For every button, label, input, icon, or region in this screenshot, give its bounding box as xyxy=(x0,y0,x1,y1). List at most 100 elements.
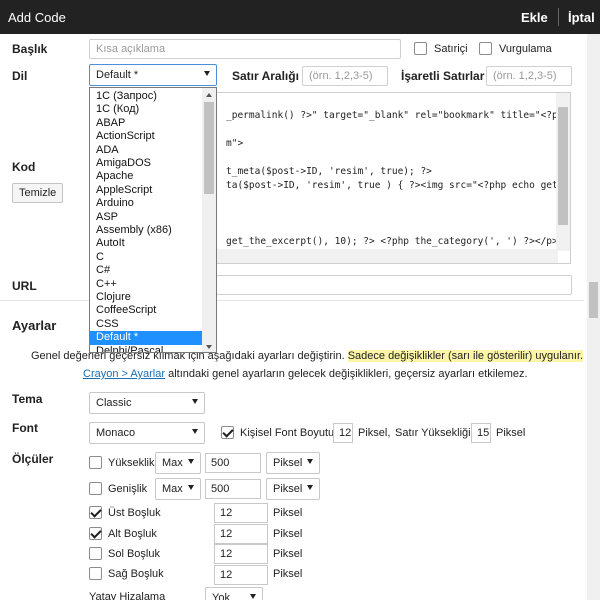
dropdown-scroll-thumb[interactable] xyxy=(204,102,214,194)
left-margin-label: Sol Boşluk xyxy=(108,548,160,560)
line-range-input[interactable]: (örn. 1,2,3-5) xyxy=(302,66,388,86)
language-option[interactable]: 1C (Код) xyxy=(90,103,204,116)
language-option[interactable]: CSS xyxy=(90,318,204,331)
language-option[interactable]: ASP xyxy=(90,211,204,224)
highlight-label: Vurgulama xyxy=(499,43,552,55)
width-unit-select[interactable]: Piksel xyxy=(266,478,320,500)
url-label: URL xyxy=(12,279,37,293)
left-margin-input[interactable]: 12 xyxy=(214,544,268,564)
language-select[interactable]: Default * xyxy=(89,64,217,86)
clear-button[interactable]: Temizle xyxy=(12,183,64,203)
highlight-checkbox[interactable] xyxy=(479,42,492,55)
height-checkbox[interactable] xyxy=(89,456,102,469)
right-margin-input[interactable]: 12 xyxy=(214,565,268,585)
language-dropdown-list[interactable]: 1C (Запрос) 1C (Код) ABAP ActionScript ADA Am… xyxy=(89,87,217,353)
marked-lines-label: İşaretli Satırlar xyxy=(401,69,485,83)
language-option[interactable]: Assembly (x86) xyxy=(90,224,204,237)
width-input[interactable]: 500 xyxy=(205,479,261,499)
bottom-margin-input[interactable]: 12 xyxy=(214,524,268,544)
scroll-down-icon[interactable] xyxy=(206,345,212,349)
horizontal-align-value: Yok xyxy=(212,592,230,600)
height-unit-value: Piksel xyxy=(273,457,303,469)
line-height-label: Satır Yüksekliği xyxy=(395,427,471,439)
language-label: Dil xyxy=(12,69,28,83)
width-label: Genişlik xyxy=(108,483,148,495)
code-line: _permalink() ?>" target="_blank" rel="bo… xyxy=(226,110,564,121)
theme-label: Tema xyxy=(12,392,43,406)
font-select[interactable]: Monaco xyxy=(89,422,205,444)
language-option[interactable]: Default * xyxy=(90,331,204,345)
add-button[interactable]: Ekle xyxy=(521,10,548,25)
cancel-button[interactable]: İptal xyxy=(568,10,595,25)
inline-label: Satıriçi xyxy=(434,43,468,55)
language-option[interactable]: Arduino xyxy=(90,197,204,210)
code-horizontal-scrollbar[interactable] xyxy=(204,249,558,263)
font-label: Font xyxy=(12,421,38,435)
dialog-titlebar: Add Code Ekle İptal xyxy=(0,0,600,34)
dialog-title: Add Code xyxy=(8,10,66,25)
right-margin-unit: Piksel xyxy=(273,568,303,580)
language-option[interactable]: Delphi/Pascal xyxy=(90,345,204,352)
language-option[interactable]: AutoIt xyxy=(90,237,204,250)
bottom-margin-unit: Piksel xyxy=(273,528,303,540)
top-margin-label: Üst Boşluk xyxy=(108,507,161,519)
width-mode-select[interactable]: Max xyxy=(155,478,201,500)
theme-select-value: Classic xyxy=(96,397,132,409)
notice-text-2: altındaki genel ayarların gelecek değişi… xyxy=(165,368,528,380)
horizontal-align-label: Yatay Hizalama xyxy=(89,591,166,600)
language-option[interactable]: Clojure xyxy=(90,291,204,304)
language-option[interactable]: CoffeeScript xyxy=(90,304,204,317)
line-height-input[interactable]: 15 xyxy=(471,423,491,443)
font-size-unit: Piksel, xyxy=(358,427,391,439)
height-unit-select[interactable]: Piksel xyxy=(266,452,320,474)
bottom-margin-checkbox[interactable] xyxy=(89,527,102,540)
bottom-margin-label: Alt Boşluk xyxy=(108,528,157,540)
height-input[interactable]: 500 xyxy=(205,453,261,473)
marked-lines-input[interactable]: (örn. 1,2,3-5) xyxy=(486,66,572,86)
title-input[interactable]: Kısa açıklama xyxy=(89,39,401,59)
line-height-unit: Piksel xyxy=(496,427,526,439)
notice-highlight: Sadece değişiklikler (sarı ile gösterili… xyxy=(347,350,584,362)
chevron-down-icon xyxy=(188,485,194,490)
code-label: Kod xyxy=(12,160,36,174)
line-range-label: Satır Aralığı xyxy=(232,69,299,83)
top-margin-checkbox[interactable] xyxy=(89,506,102,519)
chevron-down-icon xyxy=(192,399,198,404)
custom-font-size-checkbox[interactable] xyxy=(221,426,234,439)
scroll-up-icon[interactable] xyxy=(206,93,212,97)
chevron-down-icon xyxy=(307,485,313,490)
height-label: Yükseklik xyxy=(108,457,155,469)
font-select-value: Monaco xyxy=(96,427,136,439)
language-option[interactable]: C xyxy=(90,251,204,264)
code-line: m"> xyxy=(226,138,244,149)
language-option[interactable]: Apache xyxy=(90,170,204,183)
title-label: Başlık xyxy=(12,42,48,56)
custom-font-size-label: Kişisel Font Boyutu xyxy=(240,427,335,439)
language-option[interactable]: ADA xyxy=(90,144,204,157)
language-option[interactable]: ABAP xyxy=(90,117,204,130)
language-option[interactable]: AmigaDOS xyxy=(90,157,204,170)
right-margin-checkbox[interactable] xyxy=(89,567,102,580)
language-option[interactable]: C# xyxy=(90,264,204,277)
page-scroll-thumb[interactable] xyxy=(589,282,598,318)
chevron-down-icon xyxy=(307,459,313,464)
code-line: get_the_excerpt(), 10); ?> <?php the_cat… xyxy=(226,236,558,247)
width-checkbox[interactable] xyxy=(89,482,102,495)
crayon-settings-link[interactable]: Crayon > Ayarlar xyxy=(83,368,165,380)
inline-checkbox[interactable] xyxy=(414,42,427,55)
left-margin-checkbox[interactable] xyxy=(89,547,102,560)
language-option[interactable]: ActionScript xyxy=(90,130,204,143)
code-scroll-thumb[interactable] xyxy=(558,107,568,225)
language-select-value: Default * xyxy=(96,69,139,81)
font-size-input[interactable]: 12 xyxy=(333,423,353,443)
language-option[interactable]: AppleScript xyxy=(90,184,204,197)
top-margin-input[interactable]: 12 xyxy=(214,503,268,523)
height-mode-select[interactable]: Max xyxy=(155,452,201,474)
chevron-down-icon xyxy=(192,429,198,434)
width-unit-value: Piksel xyxy=(273,483,303,495)
dimensions-label: Ölçüler xyxy=(12,452,54,466)
language-option[interactable]: 1C (Запрос) xyxy=(90,90,204,103)
theme-select[interactable]: Classic xyxy=(89,392,205,414)
horizontal-align-select[interactable]: Yok xyxy=(205,587,263,600)
language-option[interactable]: C++ xyxy=(90,278,204,291)
